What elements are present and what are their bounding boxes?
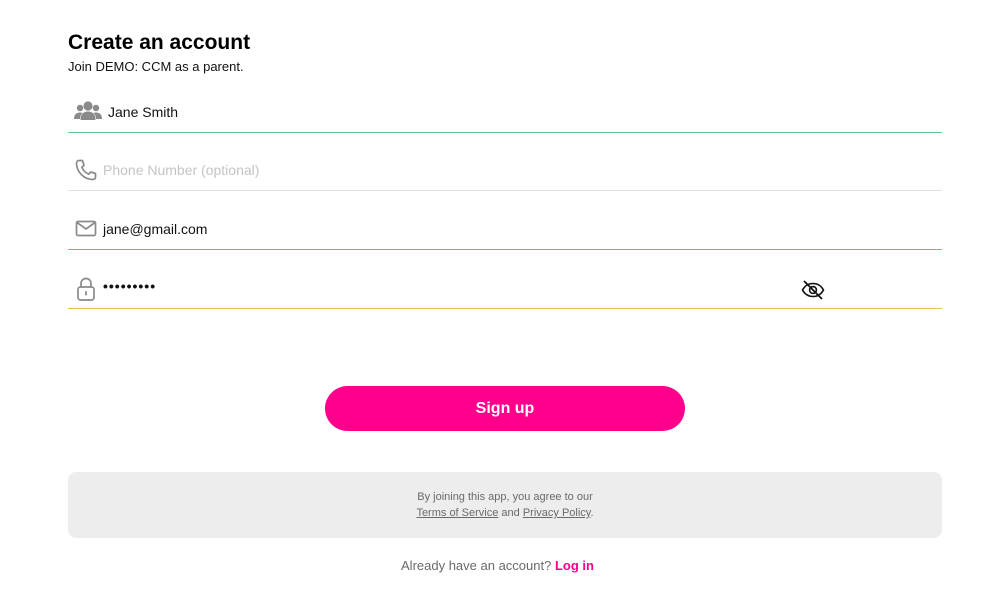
- terms-period: .: [590, 507, 594, 519]
- login-prompt-line: Already have an account? Log in: [0, 558, 995, 573]
- page-title: Create an account: [68, 31, 251, 54]
- page-subtitle: Join DEMO: CCM as a parent.: [68, 59, 244, 74]
- signup-button[interactable]: Sign up: [325, 386, 685, 431]
- phone-placeholder: Phone Number (optional): [103, 162, 260, 178]
- terms-links-line: Terms of Service and Privacy Policy.: [68, 507, 942, 519]
- lock-icon: [74, 276, 100, 301]
- privacy-policy-link[interactable]: Privacy Policy: [523, 507, 591, 519]
- users-icon: [74, 100, 102, 124]
- name-value: Jane Smith: [108, 104, 179, 120]
- email-value: jane@gmail.com: [103, 221, 208, 237]
- name-field[interactable]: Jane Smith: [68, 96, 942, 133]
- login-link[interactable]: Log in: [555, 558, 594, 573]
- eye-slash-icon[interactable]: [801, 279, 825, 301]
- terms-of-service-link[interactable]: Terms of Service: [416, 507, 498, 519]
- phone-icon: [74, 158, 100, 182]
- email-field[interactable]: jane@gmail.com: [68, 213, 942, 250]
- login-prompt: Already have an account?: [401, 558, 552, 573]
- password-field[interactable]: •••••••••: [68, 272, 942, 309]
- terms-notice: By joining this app, you agree to our Te…: [68, 472, 942, 538]
- password-value: •••••••••: [103, 278, 157, 294]
- terms-and-text: and: [501, 507, 520, 519]
- phone-field[interactable]: Phone Number (optional): [68, 154, 942, 191]
- envelope-icon: [74, 217, 100, 241]
- terms-text: By joining this app, you agree to our: [417, 491, 593, 503]
